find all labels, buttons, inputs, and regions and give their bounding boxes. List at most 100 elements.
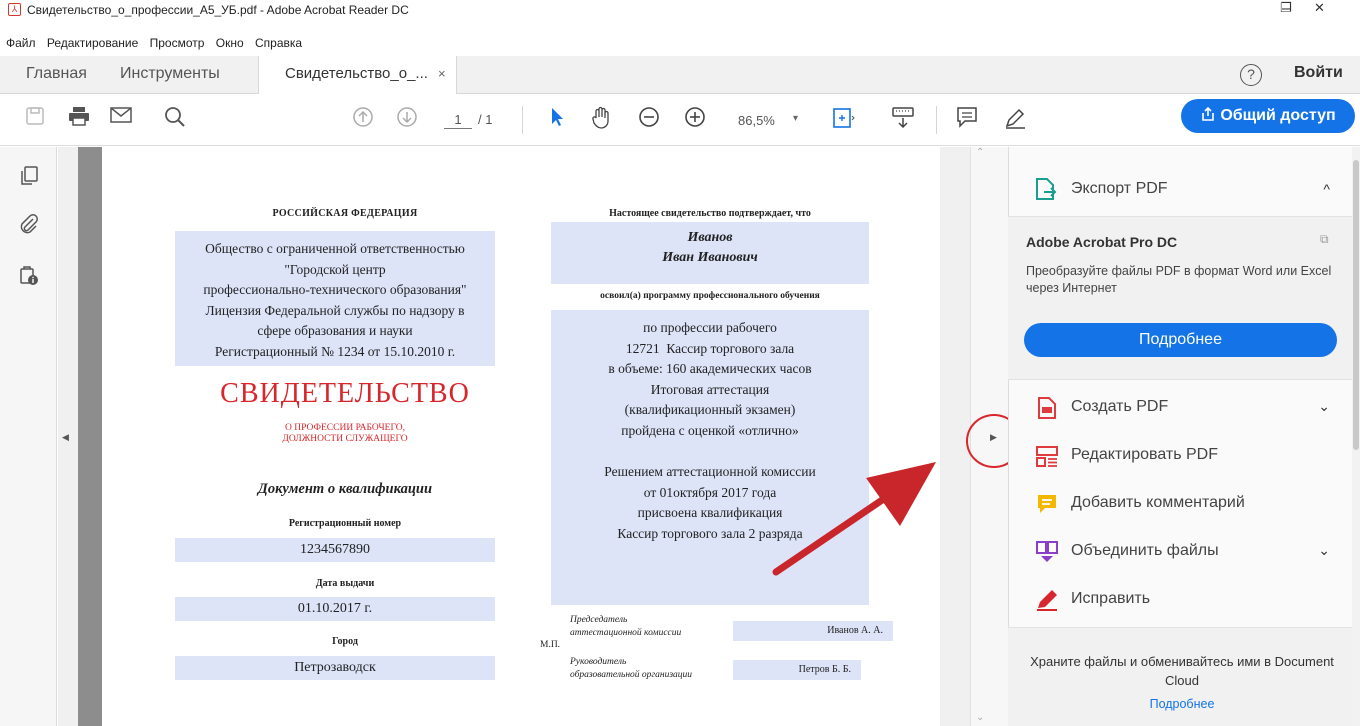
issue-date-field: 01.10.2017 г. <box>175 597 495 621</box>
certificate-subheading: О ПРОФЕССИИ РАБОЧЕГО, ДОЛЖНОСТИ СЛУЖАЩЕГ… <box>150 423 540 445</box>
menu-help[interactable]: Справка <box>255 36 302 50</box>
city-label: Город <box>332 636 358 647</box>
toolbar <box>0 94 1360 146</box>
export-pdf-icon <box>1036 178 1057 200</box>
org-line: сфере образования и науки <box>257 323 413 338</box>
red-arrow-annotation <box>772 462 936 576</box>
reg-number-label: Регистрационный номер <box>288 518 402 529</box>
export-pdf-header[interactable]: Экспорт PDF ^ <box>1008 165 1352 215</box>
chair-label-line: Председатель <box>570 615 628 625</box>
tool-combine-files[interactable]: Объединить файлы ⌄ <box>1008 528 1352 576</box>
next-page-icon[interactable] <box>394 106 420 132</box>
document-cloud-link[interactable]: Подробнее <box>1022 697 1342 711</box>
chevron-up-icon[interactable]: ^ <box>1323 181 1330 197</box>
attachments-icon[interactable] <box>18 213 40 235</box>
print-icon[interactable] <box>66 106 92 132</box>
document-type: Документ о квалификации <box>257 481 433 497</box>
head-label-line: образовательной организации <box>570 670 693 680</box>
tab-close-icon[interactable]: × <box>438 66 446 81</box>
share-icon <box>1202 106 1215 121</box>
certificate-heading: СВИДЕТЕЛЬСТВО <box>220 378 470 409</box>
save-icon[interactable] <box>22 106 48 132</box>
scroll-up-icon[interactable]: ⌃ <box>976 147 984 158</box>
holder-name: Иван Иванович <box>662 250 758 265</box>
chair-label-line: аттестационной комиссии <box>570 628 682 638</box>
tools-panel-scroll-thumb[interactable] <box>1353 160 1359 450</box>
tool-edit-pdf[interactable]: Редактировать PDF <box>1008 432 1352 480</box>
menu-view[interactable]: Просмотр <box>150 36 205 50</box>
organization-block: Общество с ограниченной ответственностью… <box>175 231 495 366</box>
tool-label: Добавить комментарий <box>1071 494 1245 511</box>
menu-edit[interactable]: Редактирование <box>47 36 138 50</box>
sign-in-button[interactable]: Войти <box>1294 64 1343 82</box>
combine-files-icon <box>1036 541 1058 562</box>
tool-create-pdf[interactable]: Создать PDF ⌄ <box>1008 384 1352 432</box>
tab-document[interactable]: Свидетельство_о_... × <box>258 56 457 95</box>
zoom-in-icon[interactable] <box>682 106 708 132</box>
create-pdf-icon <box>1038 397 1056 419</box>
tool-label: Исправить <box>1071 590 1151 607</box>
pdf-app-icon: ⅄ <box>8 3 21 16</box>
org-line: Регистрационный № 1234 от 15.10.2010 г. <box>214 343 456 359</box>
program-line: Итоговая аттестация <box>650 381 770 397</box>
tool-fix[interactable]: Исправить <box>1008 576 1352 624</box>
tool-label: Редактировать PDF <box>1071 446 1218 463</box>
page-total: / 1 <box>478 112 493 127</box>
tool-add-comment[interactable]: Добавить комментарий <box>1008 480 1352 528</box>
document-info-icon[interactable] <box>18 265 40 287</box>
issue-date-label: Дата выдачи <box>315 578 375 589</box>
add-comment-icon <box>1038 495 1056 513</box>
program-line: пройдена с оценкой «отлично» <box>621 422 799 438</box>
export-pdf-label: Экспорт PDF <box>1071 180 1168 197</box>
program-line: по профессии рабочего <box>643 320 777 335</box>
org-line: "Городской центр <box>284 261 386 277</box>
fit-page-icon[interactable] <box>830 106 856 132</box>
chevron-down-icon[interactable]: ▾ <box>793 113 798 124</box>
menu-file[interactable]: Файл <box>6 36 36 50</box>
hand-tool-icon[interactable] <box>588 106 614 132</box>
tab-bar: Главная Инструменты Свидетельство_о_... × <box>0 56 1360 95</box>
chair-label: Председатель аттестационной комиссии <box>570 614 730 640</box>
previous-page-icon[interactable] <box>350 106 376 132</box>
page-number-input[interactable]: 1 <box>444 112 472 129</box>
page-thumbnails-icon[interactable] <box>18 165 40 187</box>
tool-label: Создать PDF <box>1071 398 1169 415</box>
mastered-text: освоил(а) программу профессионального об… <box>600 291 820 301</box>
close-window-button[interactable]: ✕ <box>1314 0 1325 16</box>
zoom-level-select[interactable]: 86,5% <box>738 113 775 128</box>
comment-icon[interactable] <box>954 106 980 132</box>
org-line: Лицензия Федеральной службы по надзору в <box>205 302 465 318</box>
left-rail <box>0 147 57 726</box>
chevron-down-icon[interactable]: ⌄ <box>1318 542 1330 559</box>
fix-pen-icon <box>1037 590 1057 611</box>
tab-home[interactable]: Главная <box>26 56 87 94</box>
highlight-pen-icon[interactable] <box>1002 106 1028 132</box>
learn-more-button[interactable]: Подробнее <box>1024 323 1337 357</box>
head-name-field: Петров Б. Б. <box>733 660 861 680</box>
tab-document-label: Свидетельство_о_... <box>285 65 428 82</box>
edit-pdf-icon <box>1036 446 1058 467</box>
head-label-line: Руководитель <box>570 657 627 667</box>
collapse-left-panel-icon[interactable]: ◀ <box>62 432 69 443</box>
menu-window[interactable]: Окно <box>216 36 244 50</box>
chevron-down-icon[interactable]: ⌄ <box>1318 398 1330 415</box>
search-icon[interactable] <box>162 106 188 132</box>
program-line: 12721 Кассир торгового зала <box>625 340 795 356</box>
zoom-out-icon[interactable] <box>636 106 662 132</box>
email-icon[interactable] <box>108 106 134 132</box>
keyboard-tools-icon[interactable] <box>890 106 916 132</box>
select-cursor-icon[interactable] <box>544 106 570 132</box>
country-header: РОССИЙСКАЯ ФЕДЕРАЦИЯ <box>272 208 418 219</box>
tab-tools[interactable]: Инструменты <box>120 56 220 94</box>
share-label: Общий доступ <box>1220 107 1336 124</box>
org-line: профессионально-технического образования… <box>203 282 467 297</box>
holder-name-block: Иванов Иван Иванович <box>551 222 869 284</box>
scroll-down-icon[interactable]: ⌄ <box>976 712 984 723</box>
acrobat-pro-description: Преобразуйте файлы PDF в формат Word или… <box>1026 264 1332 295</box>
stamp-place: М.П. <box>540 640 561 650</box>
restore-window-button[interactable]: ❐ <box>1280 0 1292 16</box>
share-button[interactable]: Общий доступ <box>1181 99 1355 133</box>
tool-label: Объединить файлы <box>1071 542 1219 559</box>
help-icon[interactable]: ? <box>1240 64 1262 86</box>
chair-name-field: Иванов А. А. <box>733 621 893 641</box>
